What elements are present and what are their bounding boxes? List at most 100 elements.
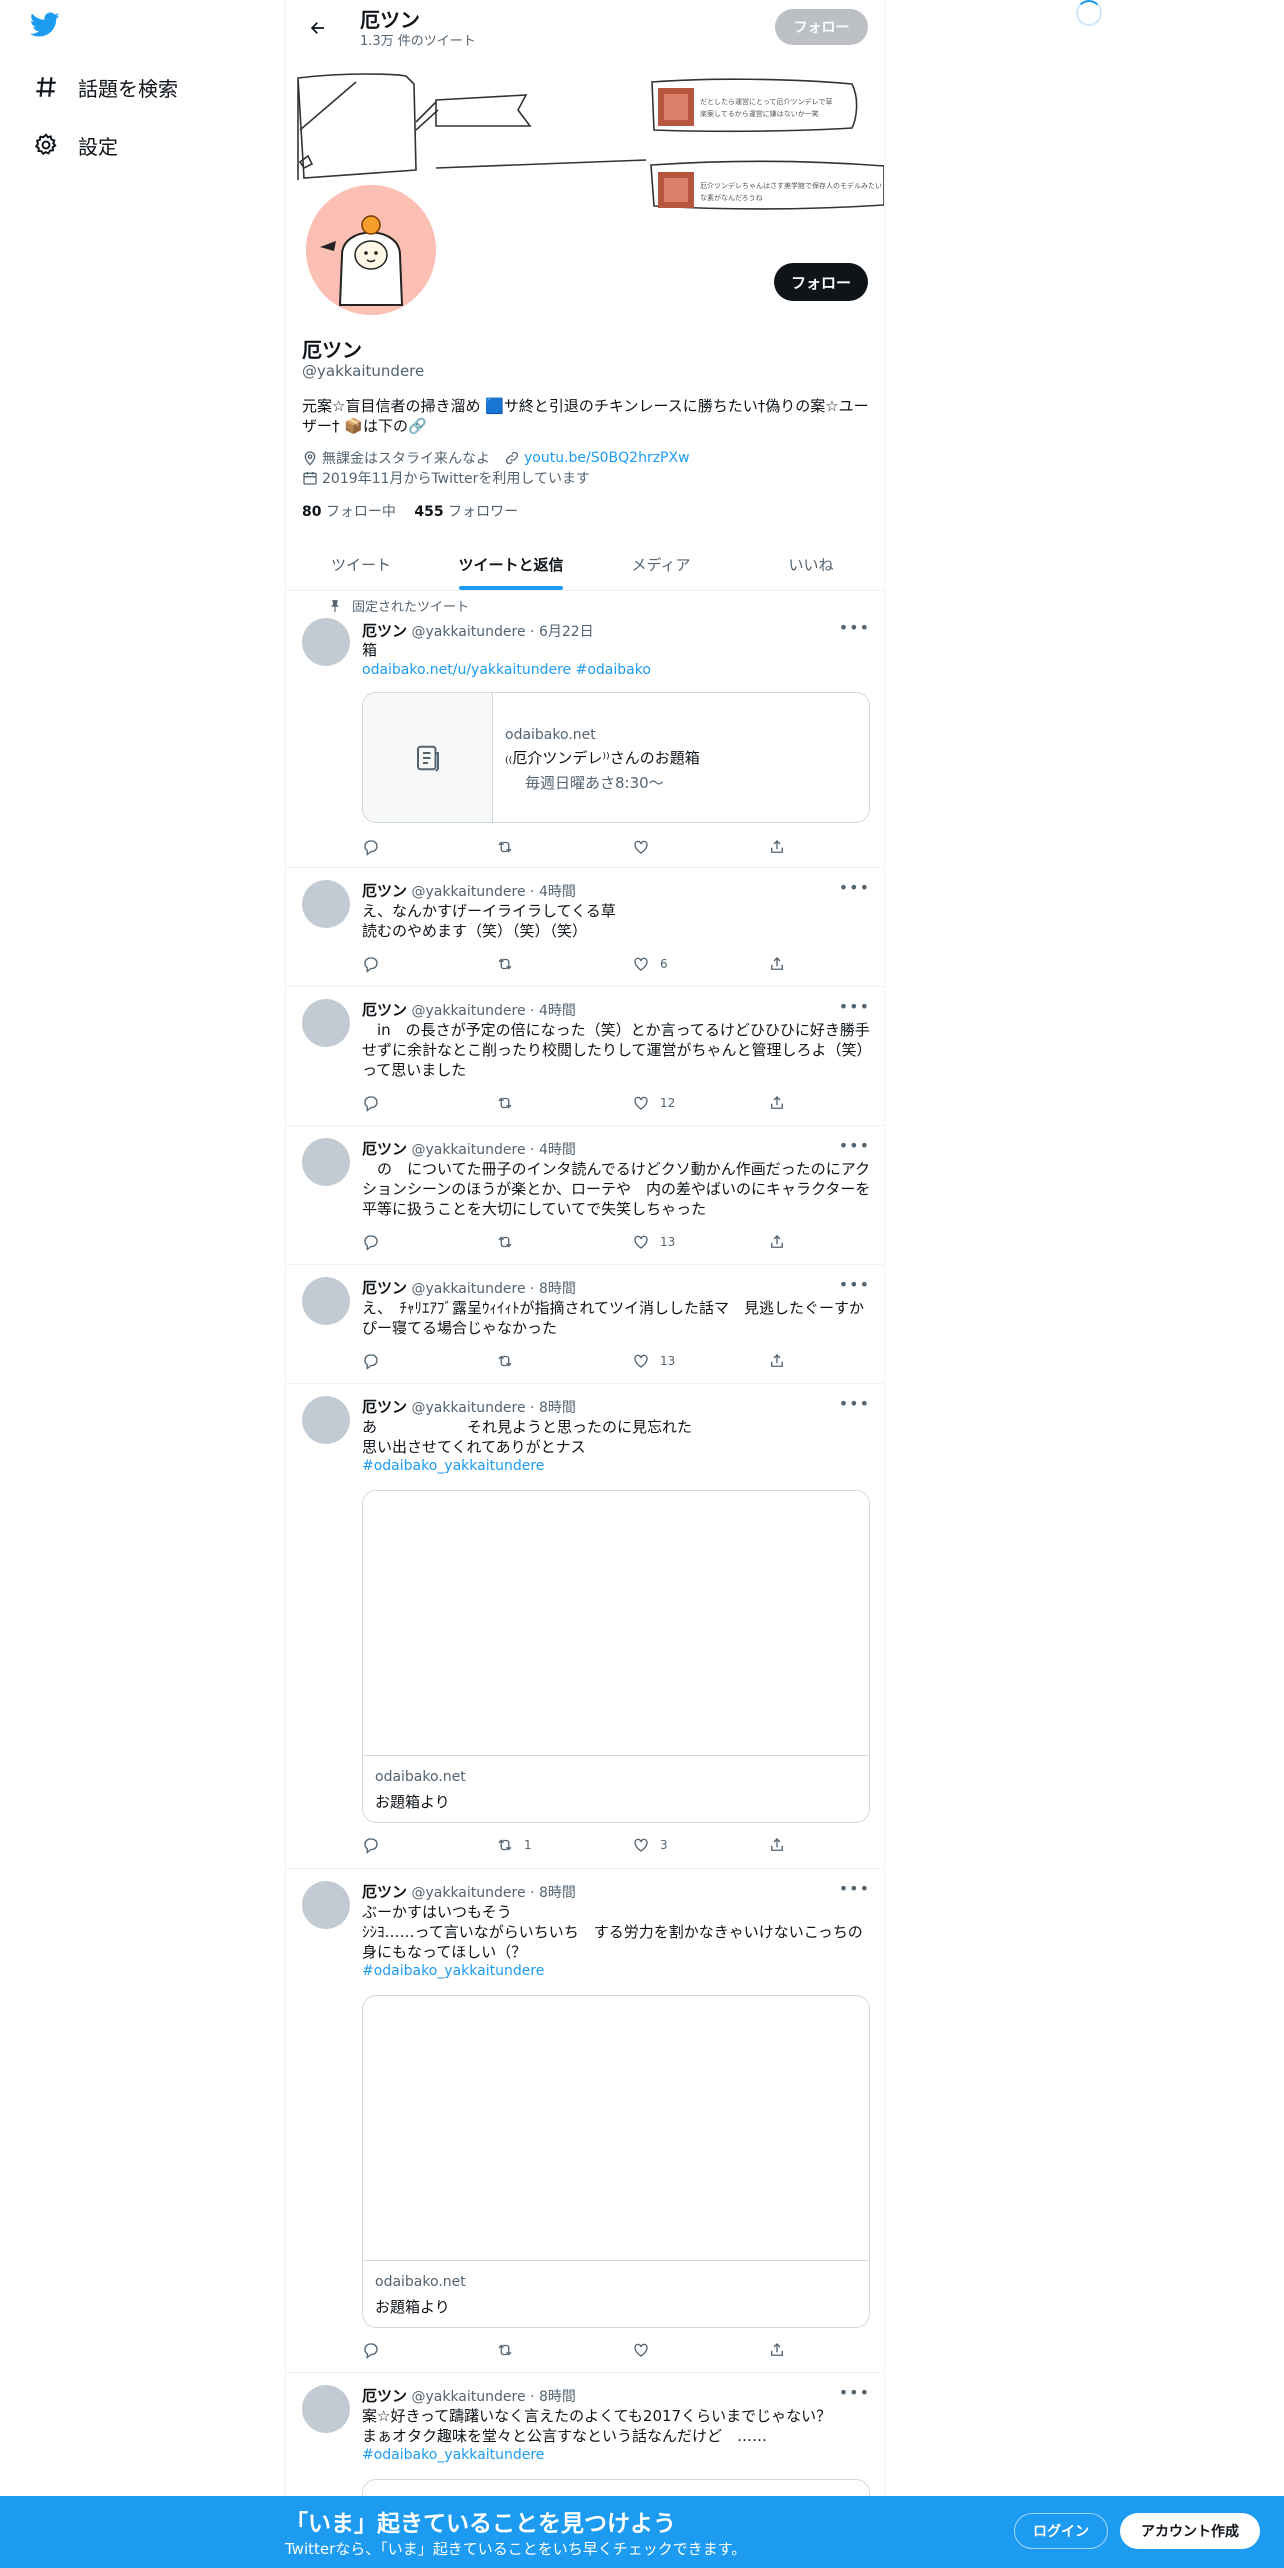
share-button[interactable] — [768, 838, 786, 856]
card-divider — [363, 1755, 869, 1756]
reply-button[interactable] — [362, 1233, 390, 1251]
like-button[interactable]: 13 — [632, 1352, 675, 1370]
retweet-button[interactable] — [496, 2341, 524, 2359]
link-icon — [505, 451, 519, 465]
profile-avatar[interactable] — [302, 181, 440, 319]
profile-location: 無課金はスタライ来んなよ — [322, 451, 490, 467]
profile-joined: 2019年11月からTwitterを利用しています — [322, 471, 590, 487]
login-button[interactable]: ログイン — [1014, 2513, 1108, 2549]
share-icon — [771, 1235, 783, 1248]
reply-button[interactable] — [362, 1836, 390, 1854]
header-follow-button[interactable]: フォロー — [775, 9, 868, 45]
profile-tabs: ツイート ツイートと返信 メディア いいね — [286, 538, 884, 591]
avatar[interactable] — [302, 880, 350, 928]
more-icon[interactable]: ••• — [839, 1394, 870, 1413]
share-button[interactable] — [768, 2341, 786, 2359]
like-button[interactable] — [632, 838, 660, 856]
tweet[interactable]: 厄ツン @yakkaitundere · 4時間 ••• in の長さが予定の倍… — [286, 987, 884, 1126]
more-icon[interactable]: ••• — [839, 878, 870, 897]
retweet-button[interactable] — [496, 838, 524, 856]
tweet-actions: 1 3 — [362, 1836, 792, 1856]
tab-tweets[interactable]: ツイート — [286, 538, 436, 590]
retweet-button[interactable] — [496, 1094, 524, 1112]
tweet[interactable]: 厄ツン @yakkaitundere · 8時間 ••• あ それ見ようと思った… — [286, 1384, 884, 1869]
share-icon — [771, 957, 783, 970]
more-icon[interactable]: ••• — [839, 1879, 870, 1898]
tweet[interactable]: 厄ツン @yakkaitundere · 8時間 ••• え、 ﾁｬﾘｴｱﾌﾞ露… — [286, 1265, 884, 1384]
tab-media[interactable]: メディア — [586, 538, 736, 590]
retweet-button[interactable] — [496, 1233, 524, 1251]
tweet[interactable]: 厄ツン @yakkaitundere · 8時間 ••• ぶーかすはいつもそう … — [286, 1869, 884, 2373]
avatar[interactable] — [302, 618, 350, 666]
heart-icon — [634, 1838, 648, 1852]
avatar[interactable] — [302, 1881, 350, 1929]
more-icon[interactable]: ••• — [839, 618, 870, 637]
tweet-pinned[interactable]: 固定されたツイート 厄ツン @yakkaitundere · 6月22日 •••… — [286, 592, 884, 868]
arrow-left-icon — [310, 22, 324, 34]
reply-button[interactable] — [362, 955, 390, 973]
follow-button[interactable]: フォロー — [774, 263, 868, 301]
retweet-button[interactable]: 1 — [496, 1836, 532, 1854]
avatar[interactable] — [302, 2385, 350, 2433]
like-button[interactable]: 13 — [632, 1233, 675, 1251]
avatar[interactable] — [302, 999, 350, 1047]
reply-button[interactable] — [362, 1094, 390, 1112]
following-link[interactable]: 80 フォロー中 — [302, 504, 396, 520]
retweet-icon — [498, 1355, 512, 1367]
profile-bio: 元案☆盲目信者の掃き溜め 🟦サ終と引退のチキンレースに勝ちたい†偽りの案☆ユーザ… — [302, 397, 869, 435]
reply-button[interactable] — [362, 1352, 390, 1370]
share-icon — [771, 840, 783, 853]
avatar[interactable] — [302, 1138, 350, 1186]
tweet[interactable]: 厄ツン @yakkaitundere · 4時間 ••• の についてた冊子のイ… — [286, 1126, 884, 1265]
like-button[interactable] — [632, 2341, 660, 2359]
back-button[interactable] — [300, 10, 336, 46]
share-button[interactable] — [768, 1836, 786, 1854]
like-button[interactable]: 3 — [632, 1836, 668, 1854]
card-domain: odaibako.net — [505, 727, 596, 743]
nav-explore[interactable]: 話題を検索 — [30, 63, 178, 111]
link-card[interactable]: odaibako.net お題箱より — [362, 1490, 870, 1823]
retweet-button[interactable] — [496, 1352, 524, 1370]
tweet-text: ぶーかすはいつもそう ｼｼﾖ……って言いながらいちいち する労力を割かなきゃいけ… — [362, 1903, 863, 1961]
card-domain: odaibako.net — [375, 1769, 466, 1785]
share-button[interactable] — [768, 955, 786, 973]
signup-button[interactable]: アカウント作成 — [1120, 2513, 1260, 2549]
nav-settings[interactable]: 設定 — [30, 121, 118, 169]
reply-button[interactable] — [362, 2341, 390, 2359]
profile-website-link[interactable]: youtu.be/S0BQ2hrzPXw — [524, 450, 690, 466]
reply-button[interactable] — [362, 838, 390, 856]
retweet-button[interactable] — [496, 955, 524, 973]
pinned-label-row: 固定されたツイート — [328, 596, 469, 615]
more-icon[interactable]: ••• — [839, 1275, 870, 1294]
share-button[interactable] — [768, 1352, 786, 1370]
share-button[interactable] — [768, 1233, 786, 1251]
pin-icon — [330, 599, 340, 612]
gear-icon — [30, 129, 62, 161]
share-icon — [771, 2343, 783, 2356]
link-card[interactable]: odaibako.net お題箱より — [362, 1995, 870, 2328]
heart-icon — [634, 1235, 648, 1249]
tweet-hashtag[interactable]: #odaibako_yakkaitundere — [362, 2447, 544, 2463]
tweet-header: 厄ツン @yakkaitundere · 6月22日 — [362, 622, 594, 640]
like-button[interactable]: 6 — [632, 955, 668, 973]
tweet-link[interactable]: odaibako.net/u/yakkaitundere #odaibako — [362, 662, 651, 678]
reply-icon — [364, 840, 378, 856]
more-icon[interactable]: ••• — [839, 997, 870, 1016]
like-button[interactable]: 12 — [632, 1094, 675, 1112]
tweet[interactable]: 厄ツン @yakkaitundere · 4時間 ••• え、なんかすげーイライ… — [286, 868, 884, 987]
more-icon[interactable]: ••• — [839, 2383, 870, 2402]
followers-link[interactable]: 455 フォロワー — [414, 504, 518, 520]
link-card[interactable]: odaibako.net ₍₍厄介ツンデレ⁾⁾さんのお題箱 毎週日曜あさ8:30… — [362, 692, 870, 823]
profile-follow-counts: 80 フォロー中 455 フォロワー — [302, 501, 518, 521]
avatar[interactable] — [302, 1396, 350, 1444]
tab-likes[interactable]: いいね — [736, 538, 884, 590]
side-navigation: 話題を検索 設定 — [0, 0, 285, 2568]
twitter-logo-icon[interactable] — [29, 12, 66, 42]
more-icon[interactable]: ••• — [839, 1136, 870, 1155]
tab-tweets-and-replies[interactable]: ツイートと返信 — [436, 538, 586, 590]
avatar[interactable] — [302, 1277, 350, 1325]
share-button[interactable] — [768, 1094, 786, 1112]
tweet-hashtag[interactable]: #odaibako_yakkaitundere — [362, 1458, 544, 1474]
pinned-label: 固定されたツイート — [352, 600, 470, 615]
tweet-hashtag[interactable]: #odaibako_yakkaitundere — [362, 1963, 544, 1979]
